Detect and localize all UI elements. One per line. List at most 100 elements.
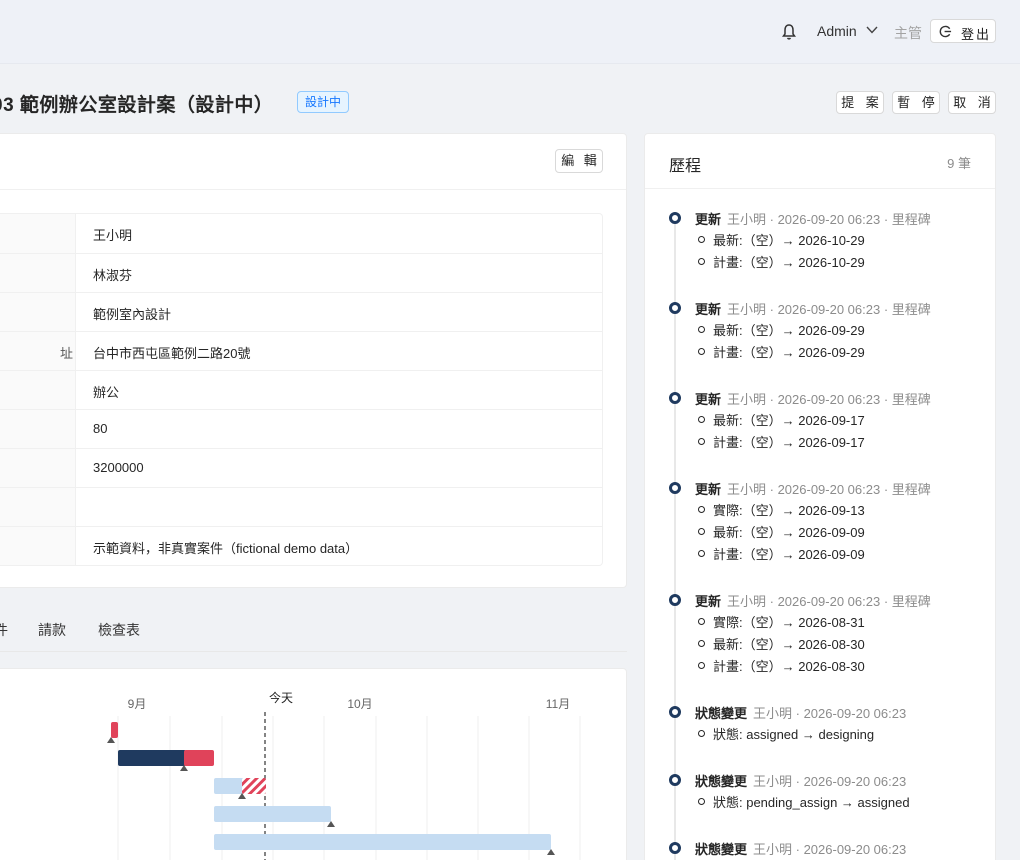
history-card: 歷程 9 筆 更新 王小明 · 2026-09-20 06:23 · 里程碑 最新… (644, 133, 996, 860)
change-item: 最新:（空）→ 2026-08-30 (698, 635, 865, 657)
propose-button[interactable]: 提 案 (836, 91, 884, 114)
change-item: 實際:（空）→ 2026-08-31 (698, 613, 865, 635)
change-item: 最新:（空）→ 2026-10-29 (698, 231, 865, 253)
field-value: 王小明 (93, 228, 133, 243)
pause-button[interactable]: 暫 停 (892, 91, 940, 114)
table-row: 80 (0, 409, 602, 448)
history-meta: 王小明 · 2026-09-20 06:23 (753, 706, 907, 721)
field-label (0, 254, 76, 292)
table-row: 示範資料，非真實案件（fictional demo data） (0, 526, 602, 565)
field-value: 辦公 (93, 385, 120, 400)
gantt-chart: 9月 10月 11月 今天 (107, 690, 581, 860)
field-label (0, 449, 76, 487)
change-item: 狀態: assigned → designing (697, 725, 874, 747)
timeline-line (674, 219, 676, 860)
gantt-bar-1[interactable] (107, 722, 118, 743)
table-row: 林淑芬 (0, 253, 602, 292)
field-value: 範例室內設計 (93, 307, 172, 322)
logout-button[interactable]: 登出 (930, 19, 996, 43)
field-value: 80 (93, 421, 108, 436)
edit-button[interactable]: 編 輯 (555, 149, 603, 173)
history-meta: 王小明 · 2026-09-20 06:23 · 里程碑 (727, 594, 931, 609)
gantt-bar-2[interactable] (118, 750, 214, 771)
field-label (0, 214, 76, 253)
change-item: 計畫:（空）→ 2026-09-09 (698, 545, 865, 567)
change-item: 最新:（空）→ 2026-09-29 (698, 321, 865, 343)
info-card-header: 編 輯 (0, 134, 626, 190)
history-meta: 王小明 · 2026-09-20 06:23 · 里程碑 (727, 482, 931, 497)
change-item: 計畫:（空）→ 2026-09-17 (698, 433, 865, 455)
timeline-dot (669, 706, 681, 718)
logout-label: 登出 (961, 27, 992, 42)
tab-files[interactable]: 件 (0, 620, 8, 640)
change-item: 狀態: pending_assign → assigned (698, 793, 910, 815)
history-meta: 王小明 · 2026-09-20 06:23 (753, 774, 907, 789)
change-item: 計畫:（空）→ 2026-09-29 (698, 343, 865, 365)
timeline-dot (669, 392, 681, 404)
change-list: 最新:（空）→ 2026-09-17 計畫:（空）→ 2026-09-17 (698, 411, 865, 455)
gantt-bar-5[interactable] (214, 834, 555, 855)
history-meta: 王小明 · 2026-09-20 06:23 · 里程碑 (727, 392, 931, 407)
history-action: 更新 (695, 212, 722, 227)
history-action: 更新 (695, 302, 722, 317)
table-row: 址 台中市西屯區範例二路20號 (0, 331, 602, 370)
field-value: 3200000 (93, 460, 144, 475)
timeline-dot (669, 482, 681, 494)
project-info-card: 編 輯 王小明 林淑芬 範例室內設計 址 台中市西屯區範例二路20號 辦公 80 … (0, 133, 627, 588)
history-title: 歷程 (669, 158, 702, 175)
field-value: 示範資料，非真實案件（fictional demo data） (93, 541, 359, 556)
tab-payments[interactable]: 請款 (38, 620, 66, 640)
change-list: 最新:（空）→ 2026-10-29 計畫:（空）→ 2026-10-29 (698, 231, 865, 275)
timeline-dot (669, 302, 681, 314)
history-action: 狀態變更 (695, 774, 748, 789)
table-row (0, 487, 602, 526)
history-action: 更新 (695, 594, 722, 609)
user-menu[interactable]: Admin (817, 23, 857, 39)
cancel-button[interactable]: 取 消 (948, 91, 996, 114)
field-label (0, 488, 76, 526)
timeline-dot (669, 594, 681, 606)
history-action: 更新 (695, 482, 722, 497)
table-row: 王小明 (0, 214, 602, 253)
table-row: 辦公 (0, 370, 602, 409)
change-item: 計畫:（空）→ 2026-10-29 (698, 253, 865, 275)
field-label (0, 371, 76, 409)
month-label: 9月 (128, 697, 147, 711)
status-badge: 設計中 (297, 91, 350, 113)
change-list: 狀態: pending_assign → assigned (698, 793, 910, 815)
history-meta: 王小明 · 2026-09-20 06:23 (753, 842, 907, 857)
tab-checklist[interactable]: 檢查表 (98, 620, 140, 640)
timeline-dot (669, 212, 681, 224)
table-row: 範例室內設計 (0, 292, 602, 331)
history-header: 歷程 9 筆 (645, 134, 995, 189)
change-item: 實際:（空）→ 2026-09-13 (698, 501, 865, 523)
field-label: 址 (0, 332, 76, 370)
field-label (0, 527, 76, 565)
chevron-down-icon[interactable] (866, 25, 878, 35)
bell-icon[interactable] (781, 23, 797, 41)
user-role: 主管 (894, 25, 922, 41)
change-list: 最新:（空）→ 2026-09-29 計畫:（空）→ 2026-09-29 (698, 321, 865, 365)
gantt-bar-4[interactable] (214, 806, 335, 827)
top-header: Admin 主管 登出 (0, 0, 1020, 64)
change-item: 最新:（空）→ 2026-09-17 (698, 411, 865, 433)
history-meta: 王小明 · 2026-09-20 06:23 · 里程碑 (727, 212, 931, 227)
history-action: 狀態變更 (695, 842, 748, 857)
history-action: 狀態變更 (695, 706, 748, 721)
timeline-dot (669, 774, 681, 786)
history-meta: 王小明 · 2026-09-20 06:23 · 里程碑 (727, 302, 931, 317)
field-label (0, 293, 76, 331)
change-item: 計畫:（空）→ 2026-08-30 (698, 657, 865, 679)
logout-icon (939, 25, 952, 38)
history-action: 更新 (695, 392, 722, 407)
change-list: 實際:（空）→ 2026-09-13 最新:（空）→ 2026-09-09 計畫… (698, 501, 865, 567)
month-label: 11月 (546, 697, 570, 711)
history-count: 9 筆 (947, 156, 971, 171)
today-label: 今天 (269, 690, 293, 705)
field-value: 林淑芬 (93, 268, 133, 283)
table-row: 3200000 (0, 448, 602, 487)
field-value: 台中市西屯區範例二路20號 (93, 346, 251, 361)
change-list: 狀態: assigned → designing (697, 725, 874, 747)
field-label (0, 410, 76, 448)
month-label: 10月 (347, 697, 372, 711)
